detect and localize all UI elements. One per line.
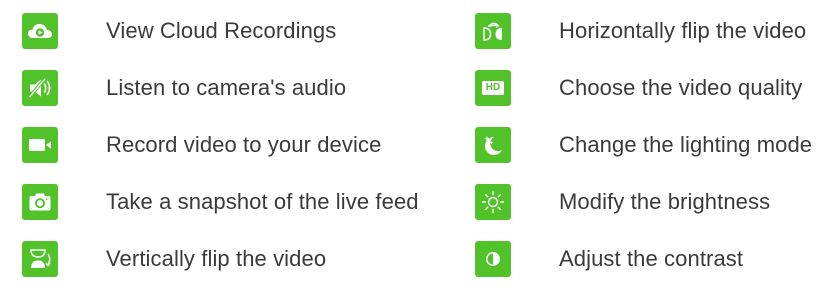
legend-label: Change the lighting mode xyxy=(559,132,813,157)
muted-speaker-icon xyxy=(22,70,58,106)
legend-label: Horizontally flip the video xyxy=(559,18,807,43)
legend-row-cloud-recordings: View Cloud Recordings xyxy=(22,12,419,50)
legend-label: Adjust the contrast xyxy=(559,246,744,271)
right-legend-column: Horizontally flip the video HD Choose th… xyxy=(475,12,812,297)
legend-row-camera-audio: Listen to camera's audio xyxy=(22,69,419,107)
contrast-icon xyxy=(475,241,511,277)
legend-label: Record video to your device xyxy=(106,132,382,157)
photo-camera-icon xyxy=(22,184,58,220)
video-camera-icon xyxy=(22,127,58,163)
legend-row-video-quality: HD Choose the video quality xyxy=(475,69,812,107)
legend-label: Listen to camera's audio xyxy=(106,75,347,100)
cloud-play-icon xyxy=(22,13,58,49)
legend-label: Choose the video quality xyxy=(559,75,803,100)
vertical-flip-icon xyxy=(22,241,58,277)
horizontal-flip-icon xyxy=(475,13,511,49)
legend-label: Modify the brightness xyxy=(559,189,771,214)
legend-row-lighting-mode: Change the lighting mode xyxy=(475,126,812,164)
legend-label: Vertically flip the video xyxy=(106,246,327,271)
legend-row-contrast: Adjust the contrast xyxy=(475,240,812,278)
night-mode-icon xyxy=(475,127,511,163)
legend-label: View Cloud Recordings xyxy=(106,18,337,43)
legend-row-horizontal-flip: Horizontally flip the video xyxy=(475,12,812,50)
left-legend-column: View Cloud Recordings Listen to camera's… xyxy=(22,12,419,297)
hd-badge: HD xyxy=(481,81,505,95)
legend-label: Take a snapshot of the live feed xyxy=(106,189,419,214)
legend-row-brightness: Modify the brightness xyxy=(475,183,812,221)
legend-row-vertical-flip: Vertically flip the video xyxy=(22,240,419,278)
legend-row-snapshot: Take a snapshot of the live feed xyxy=(22,183,419,221)
legend-row-record-video: Record video to your device xyxy=(22,126,419,164)
hd-quality-icon: HD xyxy=(475,70,511,106)
sun-brightness-icon xyxy=(475,184,511,220)
